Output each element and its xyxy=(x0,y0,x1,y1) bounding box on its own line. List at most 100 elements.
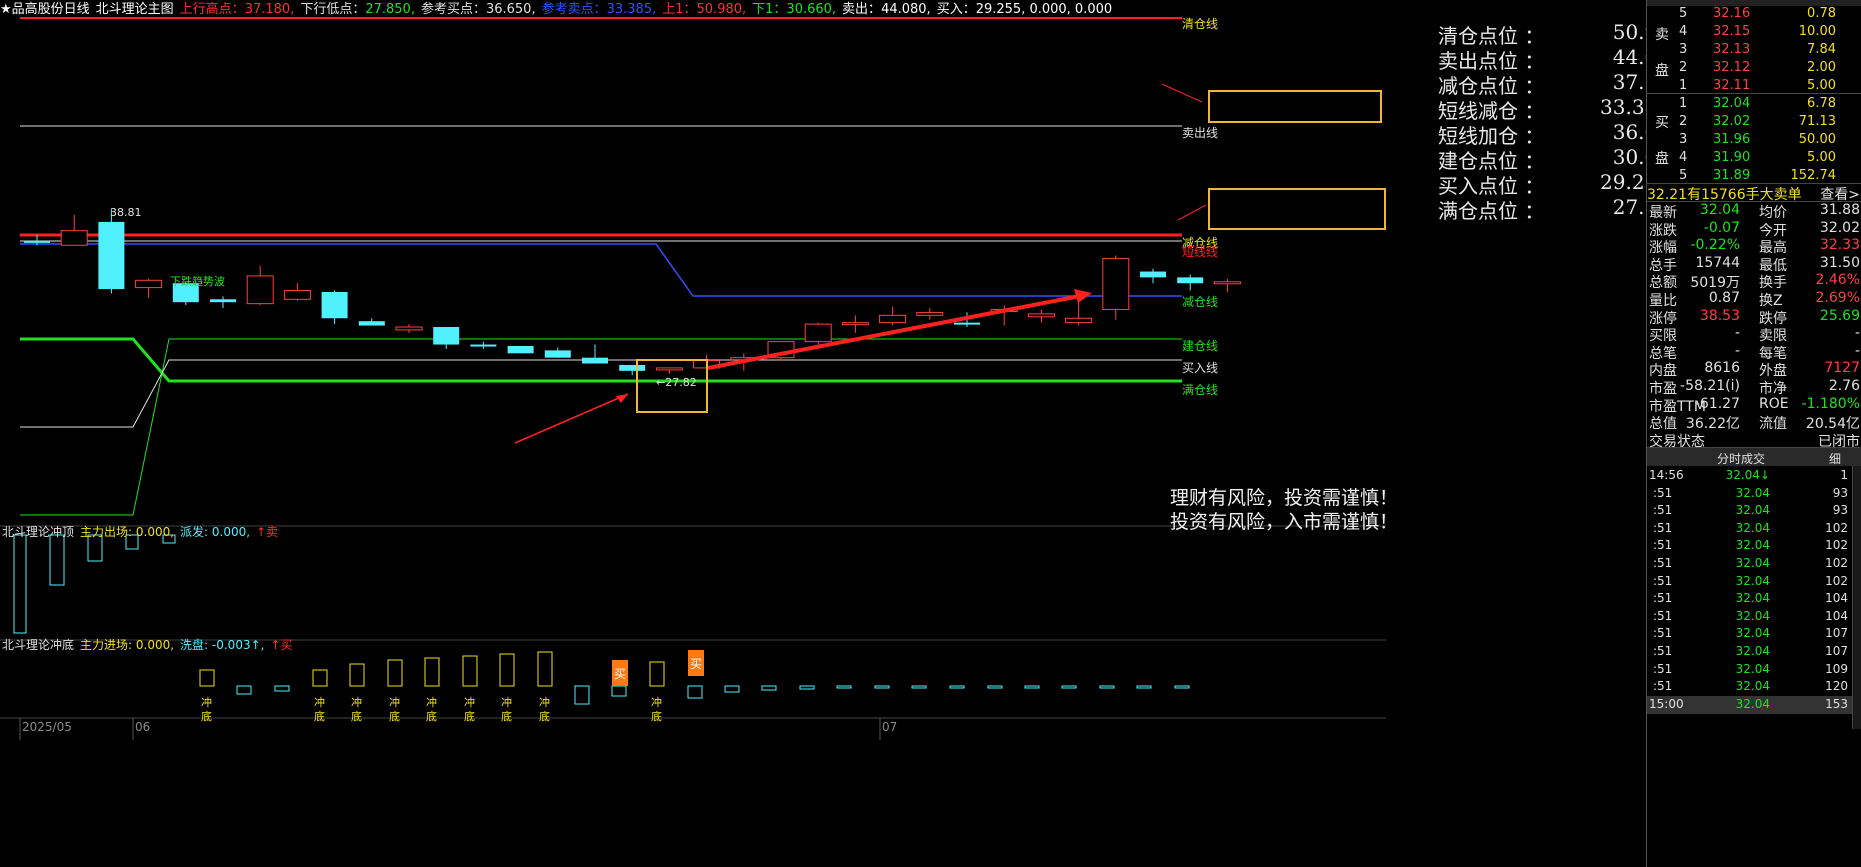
ask-level: 1 xyxy=(1679,78,1688,93)
ask-level: 2 xyxy=(1679,60,1688,75)
tick-price: 32.04 xyxy=(1735,661,1770,676)
bid-volume: 152.74 xyxy=(1790,168,1837,183)
tick-time: :51 xyxy=(1653,644,1673,658)
mairu-white-line xyxy=(20,359,1182,428)
quote-panel: 卖 盘 买 盘 5 32.16 0.78 4 32.15 10.00 3 32.13 7.84 2… xyxy=(1646,0,1861,867)
candle-body xyxy=(395,326,423,331)
stat-value: 2.46% xyxy=(1815,272,1860,289)
ref-sell-label: 参考卖点： xyxy=(541,2,607,17)
sub2-yellow-bar xyxy=(649,661,665,687)
sub1-bars xyxy=(13,534,176,634)
chongdi-label: 底 xyxy=(389,709,400,723)
low-marker: ←27.82 xyxy=(656,376,697,389)
sub1-main-out: 主力出场: 0.000, xyxy=(80,525,175,539)
band-label-build: 建仓线 xyxy=(1182,339,1219,353)
up-label: 上行高点： xyxy=(179,2,245,17)
bid-price: 31.96 xyxy=(1713,132,1751,147)
tick-time: :51 xyxy=(1653,538,1673,553)
sub2-bars: 冲底冲底冲底冲底冲底冲底冲底冲底冲底买买 xyxy=(199,650,1190,723)
sub2-yellow-bar xyxy=(499,653,515,687)
sub2-yellow-bar xyxy=(199,669,215,687)
band-label-qingcang: 清仓线 xyxy=(1182,17,1219,31)
sub1-paifa: 派发: 0.000, xyxy=(180,525,251,539)
stat-value: - xyxy=(1734,342,1740,359)
arrow-big xyxy=(707,294,1081,370)
sub2-cyan-bar xyxy=(1061,685,1077,689)
stat-value: 7127 xyxy=(1824,360,1860,377)
stat-value: -0.22% xyxy=(1690,237,1740,254)
candle-body xyxy=(619,364,646,371)
stat-value: -0.07 xyxy=(1703,219,1740,236)
ask-price: 32.16 xyxy=(1713,6,1751,21)
chongdi-label: 底 xyxy=(426,709,437,723)
chongdi-label: 底 xyxy=(201,709,212,723)
tick-volume: 120 xyxy=(1825,679,1848,694)
tick-volume: 109 xyxy=(1825,661,1848,676)
sell-val: 44.080, xyxy=(881,2,931,17)
candle-body xyxy=(24,240,50,243)
sub2-yellow-bar xyxy=(424,657,440,687)
tick-price: 32.04 xyxy=(1735,520,1770,535)
chart-title: ★品高股份日线 xyxy=(0,2,90,17)
sub2-cyan-bar xyxy=(987,685,1003,689)
sub2-yellow-bar xyxy=(312,669,328,687)
stat-value: 32.33 xyxy=(1819,237,1860,254)
tick-price: 32.04 xyxy=(1735,696,1770,711)
sub1-bar xyxy=(49,534,65,586)
warning-1: 理财有风险，投资需谨慎！ xyxy=(1170,487,1399,509)
tick-price: 32.04 xyxy=(1735,556,1770,570)
stat-value: 31.50 xyxy=(1819,254,1860,271)
tick-time: :51 xyxy=(1653,591,1673,606)
level-row-mancang: 满仓点位 ： 27.85 xyxy=(1438,195,1670,223)
sub2-cyan-bar xyxy=(236,685,252,695)
ticks-header: 分时成交 xyxy=(1717,452,1766,466)
tick-volume: 102 xyxy=(1825,520,1848,535)
candle-body xyxy=(954,322,980,325)
tick-price: 32.04 xyxy=(1735,679,1770,694)
candle-body xyxy=(60,230,88,246)
ticks-detail-tab[interactable]: 细 xyxy=(1829,450,1841,467)
bid-price: 31.90 xyxy=(1713,150,1751,165)
bid-volume: 5.00 xyxy=(1807,150,1836,165)
main-chart[interactable]: 冲底冲底冲底冲底冲底冲底冲底冲底冲底买买 2025/05 06 07 38.81… xyxy=(0,0,1386,740)
stat-value: 25.69 xyxy=(1819,307,1860,324)
bid-level: 2 xyxy=(1679,114,1688,129)
up-val: 37.180, xyxy=(244,2,295,17)
ask-volume: 2.00 xyxy=(1807,60,1836,75)
tick-price: 32.04 xyxy=(1735,591,1770,606)
sell-title-2: 盘 xyxy=(1655,63,1669,79)
tick-volume: 104 xyxy=(1825,591,1848,606)
buy-label: 买入： xyxy=(936,2,976,17)
xaxis-label-1: 06 xyxy=(135,720,150,734)
candle-body xyxy=(1140,271,1166,278)
band-label-jiancang2: 减仓线 xyxy=(1182,295,1219,309)
level-highlight-duanxian xyxy=(1208,90,1382,123)
bid-volume: 6.78 xyxy=(1807,96,1836,111)
candle-body xyxy=(210,299,236,303)
sub1-title: 北斗理论冲顶 xyxy=(2,525,75,539)
tick-time: :51 xyxy=(1653,608,1673,623)
candle-body xyxy=(804,323,832,343)
ticks-scrollbar[interactable] xyxy=(1852,466,1861,729)
sub2-yellow-bar xyxy=(387,659,403,687)
tick-time: :51 xyxy=(1653,679,1673,694)
chongdi-label: 底 xyxy=(539,709,550,723)
ask-level: 3 xyxy=(1679,42,1688,57)
sub2-cyan-bar xyxy=(611,685,627,697)
candle-body xyxy=(358,321,385,326)
candle-body xyxy=(916,311,944,316)
candle-body xyxy=(1177,277,1204,284)
sub2-cyan-bar xyxy=(274,685,290,692)
chongdi-label: 底 xyxy=(314,709,325,723)
candle-body xyxy=(544,350,571,358)
upper-label: 上1： xyxy=(662,2,697,17)
bid-price: 32.02 xyxy=(1713,114,1751,129)
sub2-cyan-bar xyxy=(911,685,927,689)
ask-level: 5 xyxy=(1679,6,1688,21)
bid-volume: 50.00 xyxy=(1798,132,1836,147)
chongdi-label: 冲 xyxy=(464,695,475,709)
candle-body xyxy=(321,291,348,319)
tick-volume: 104 xyxy=(1825,608,1848,623)
warning-2: 投资有风险，入市需谨慎！ xyxy=(1170,511,1399,533)
tick-price: 32.04 xyxy=(1735,644,1770,658)
